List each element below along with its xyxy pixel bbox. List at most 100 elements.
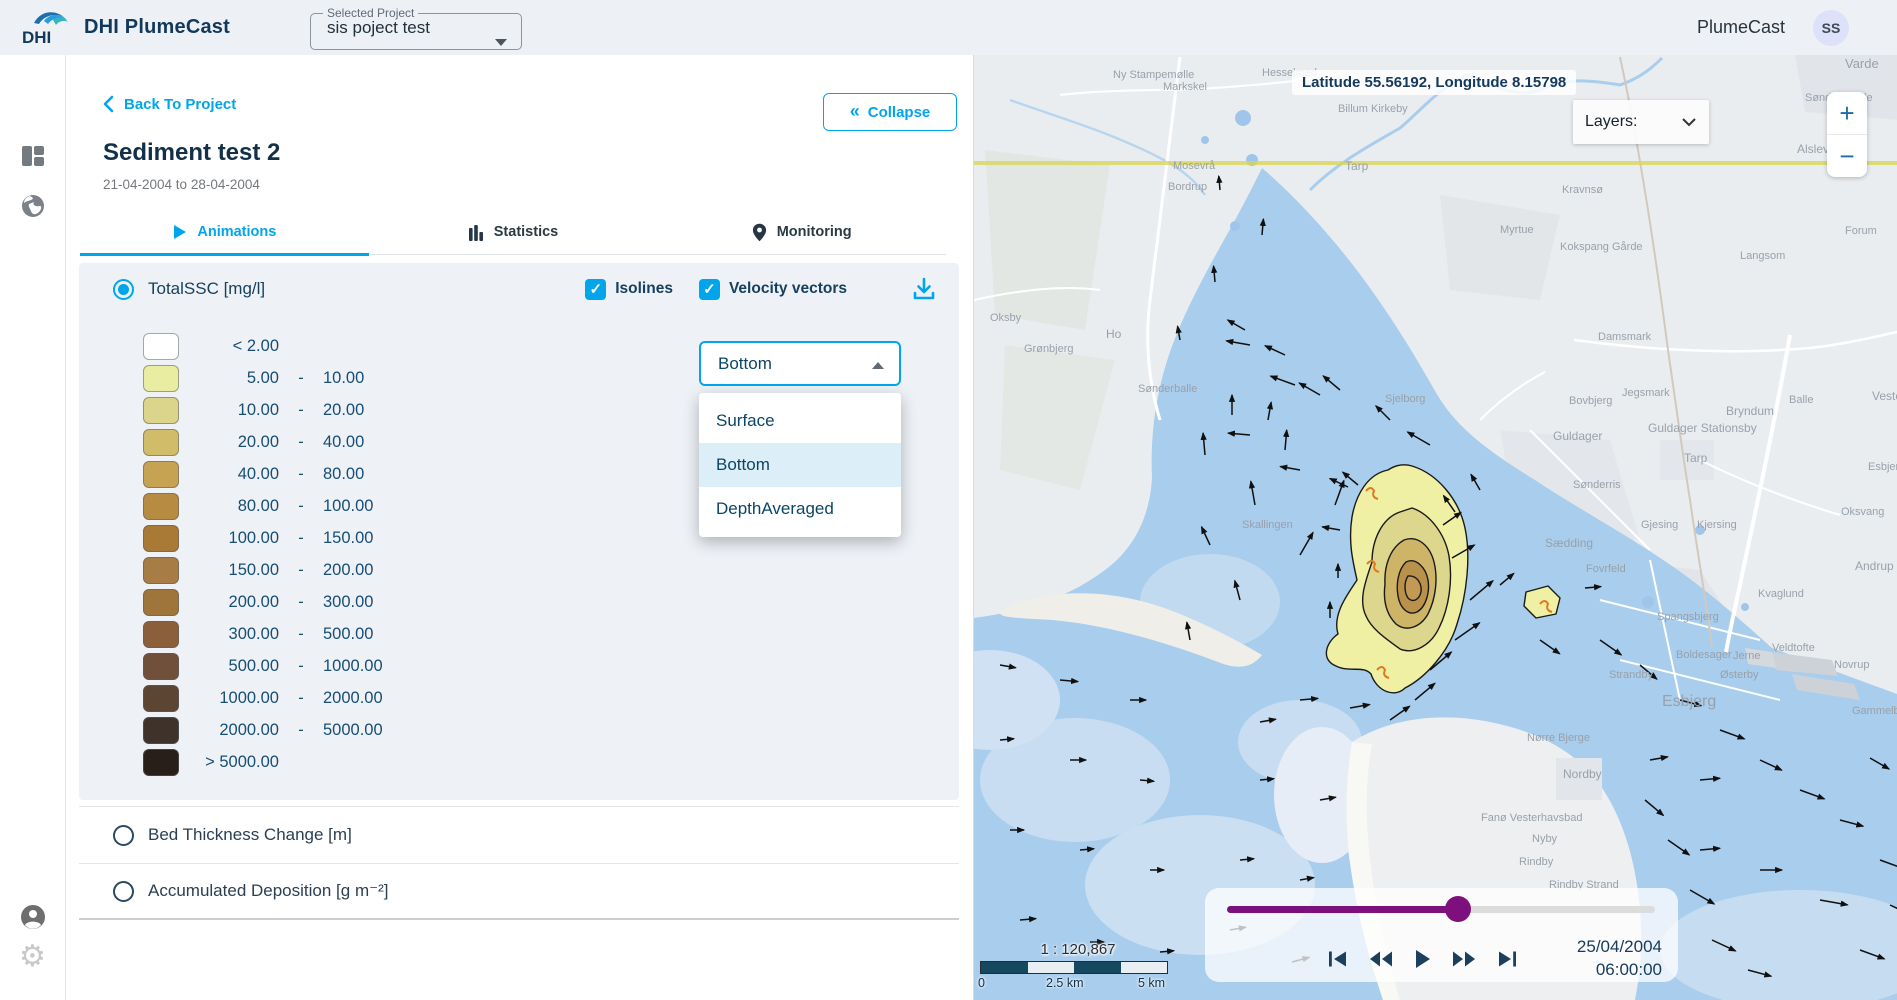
app-header: DHI DHI PlumeCast Selected Project sis p… (0, 0, 1897, 55)
map-place-label: Kravnsø (1562, 184, 1603, 196)
legend-swatch (143, 557, 179, 584)
legend-swatch (143, 397, 179, 424)
map-place-label: Bordrup (1168, 181, 1207, 193)
rewind-button[interactable] (1369, 950, 1393, 968)
depth-option-surface[interactable]: Surface (699, 399, 901, 443)
map-place-label: Mosevrå (1173, 160, 1216, 172)
color-legend: < 2.005.00-10.0010.00-20.0020.00-40.0040… (143, 333, 439, 781)
map-place-label: Kvaglund (1758, 588, 1804, 600)
playback-panel: 25/04/2004 06:00:00 (1205, 888, 1678, 982)
location-pin-icon (752, 223, 767, 242)
zoom-out-button[interactable]: − (1827, 135, 1867, 177)
legend-swatch (143, 365, 179, 392)
gear-icon[interactable]: ⚙ (19, 939, 46, 974)
download-button[interactable] (911, 276, 937, 303)
play-icon (172, 224, 187, 240)
fast-forward-button[interactable] (1452, 950, 1476, 968)
map-place-label: Strandby (1609, 669, 1654, 681)
scenario-panel: Back To Project « Collapse Sediment test… (66, 55, 974, 1000)
legend-range-text: - (279, 401, 323, 420)
map-place-label: Boldesager (1676, 649, 1732, 661)
legend-range-text: - (279, 369, 323, 388)
scale-bar (980, 961, 1168, 974)
depth-select[interactable]: Bottom (699, 341, 901, 386)
legend-swatch (143, 589, 179, 616)
depth-option-bottom[interactable]: Bottom (699, 443, 901, 487)
avatar[interactable]: SS (1813, 10, 1849, 46)
velocity-vectors-checkbox[interactable]: ✓ (699, 279, 720, 300)
chevron-left-icon (103, 95, 114, 113)
legend-range-text: 40.00 (323, 433, 439, 452)
legend-row: 40.00-80.00 (143, 461, 439, 488)
radio-totalssc[interactable] (113, 279, 134, 300)
account-icon[interactable] (19, 903, 47, 936)
map-scale: 1 : 120,867 0 2.5 km 5 km (978, 941, 1178, 992)
project-select[interactable]: Selected Project sis poject test (310, 6, 522, 50)
icon-rail: ⚙ (0, 55, 66, 1000)
dhi-logo-icon: DHI (20, 7, 72, 49)
legend-range-text: 100.00 (179, 529, 279, 548)
depth-select-menu: SurfaceBottomDepthAveraged (699, 393, 901, 537)
legend-range-text: < 2.00 (179, 337, 279, 356)
map-place-label: Forum (1845, 225, 1877, 237)
layers-dropdown[interactable]: Layers: (1573, 100, 1709, 144)
layer-row-accumulated-deposition[interactable]: Accumulated Deposition [g m⁻²] (79, 863, 959, 920)
skip-to-end-button[interactable] (1497, 950, 1518, 968)
tab-statistics[interactable]: Statistics (369, 210, 658, 254)
download-icon (911, 276, 937, 303)
layer-row-bed-thickness[interactable]: Bed Thickness Change [m] (79, 806, 959, 863)
legend-range-text: - (279, 561, 323, 580)
isolines-option: ✓ Isolines (585, 279, 673, 300)
map-place-label: Markskel (1163, 81, 1207, 93)
map-place-label: Veldtofte (1772, 642, 1815, 654)
layer-label-totalssc: TotalSSC [mg/l] (148, 279, 265, 299)
depth-option-depthaveraged[interactable]: DepthAveraged (699, 487, 901, 531)
legend-range-text: 40.00 (179, 465, 279, 484)
tab-animations[interactable]: Animations (80, 210, 369, 254)
radio-bed-thickness[interactable] (113, 825, 134, 846)
map-place-label: Østerby (1720, 669, 1759, 681)
dashboard-icon[interactable] (20, 143, 46, 174)
legend-row: > 5000.00 (143, 749, 439, 776)
legend-range-text: 300.00 (323, 593, 439, 612)
date-range: 21-04-2004 to 28-04-2004 (103, 177, 260, 192)
legend-range-text: > 5000.00 (179, 753, 279, 772)
play-button[interactable] (1414, 949, 1431, 969)
legend-range-text: 300.00 (179, 625, 279, 644)
timestep-time: 06:00:00 (1577, 959, 1662, 982)
legend-range-text: 150.00 (179, 561, 279, 580)
map-place-label: Sønderballe (1138, 383, 1197, 395)
back-to-project-link[interactable]: Back To Project (103, 95, 236, 113)
map-place-label: Jerne (1733, 650, 1761, 662)
map-place-label: Bovbjerg (1569, 395, 1612, 407)
chevron-down-icon (495, 39, 507, 46)
time-slider-thumb[interactable] (1445, 896, 1471, 922)
legend-range-text: 1000.00 (323, 657, 439, 676)
map-place-label: Myrtue (1500, 224, 1534, 236)
dhi-logo-text: DHI (22, 28, 51, 47)
time-slider[interactable] (1227, 906, 1655, 913)
map-place-label: Billum Kirkeby (1338, 103, 1408, 115)
legend-range-text: 2000.00 (323, 689, 439, 708)
legend-range-text: - (279, 497, 323, 516)
map-place-label: Sædding (1545, 536, 1593, 550)
globe-icon[interactable] (20, 193, 46, 224)
map-canvas: Ny StampemølleMarkskelHesselmedBillum Ki… (974, 55, 1897, 1000)
map-place-label: Fovrfeld (1586, 563, 1626, 575)
chevron-down-icon (1681, 116, 1697, 128)
isolines-checkbox[interactable]: ✓ (585, 279, 606, 300)
zoom-in-button[interactable]: + (1827, 92, 1867, 134)
map-view[interactable]: Ny StampemølleMarkskelHesselmedBillum Ki… (974, 55, 1897, 1000)
legend-swatch (143, 429, 179, 456)
map-place-label: Kjersing (1697, 519, 1737, 531)
map-place-label: Sønderris (1573, 479, 1621, 491)
chevron-up-icon (872, 362, 884, 369)
map-place-label: Kokspang Gårde (1560, 241, 1643, 253)
tab-monitoring[interactable]: Monitoring (657, 210, 946, 254)
radio-accumulated-deposition[interactable] (113, 881, 134, 902)
map-place-label: Vester Nebel (1872, 389, 1897, 403)
collapse-button[interactable]: « Collapse (823, 93, 957, 131)
skip-to-start-button[interactable] (1327, 950, 1348, 968)
legend-range-text: 80.00 (179, 497, 279, 516)
user-menu[interactable]: PlumeCast (1697, 17, 1785, 38)
